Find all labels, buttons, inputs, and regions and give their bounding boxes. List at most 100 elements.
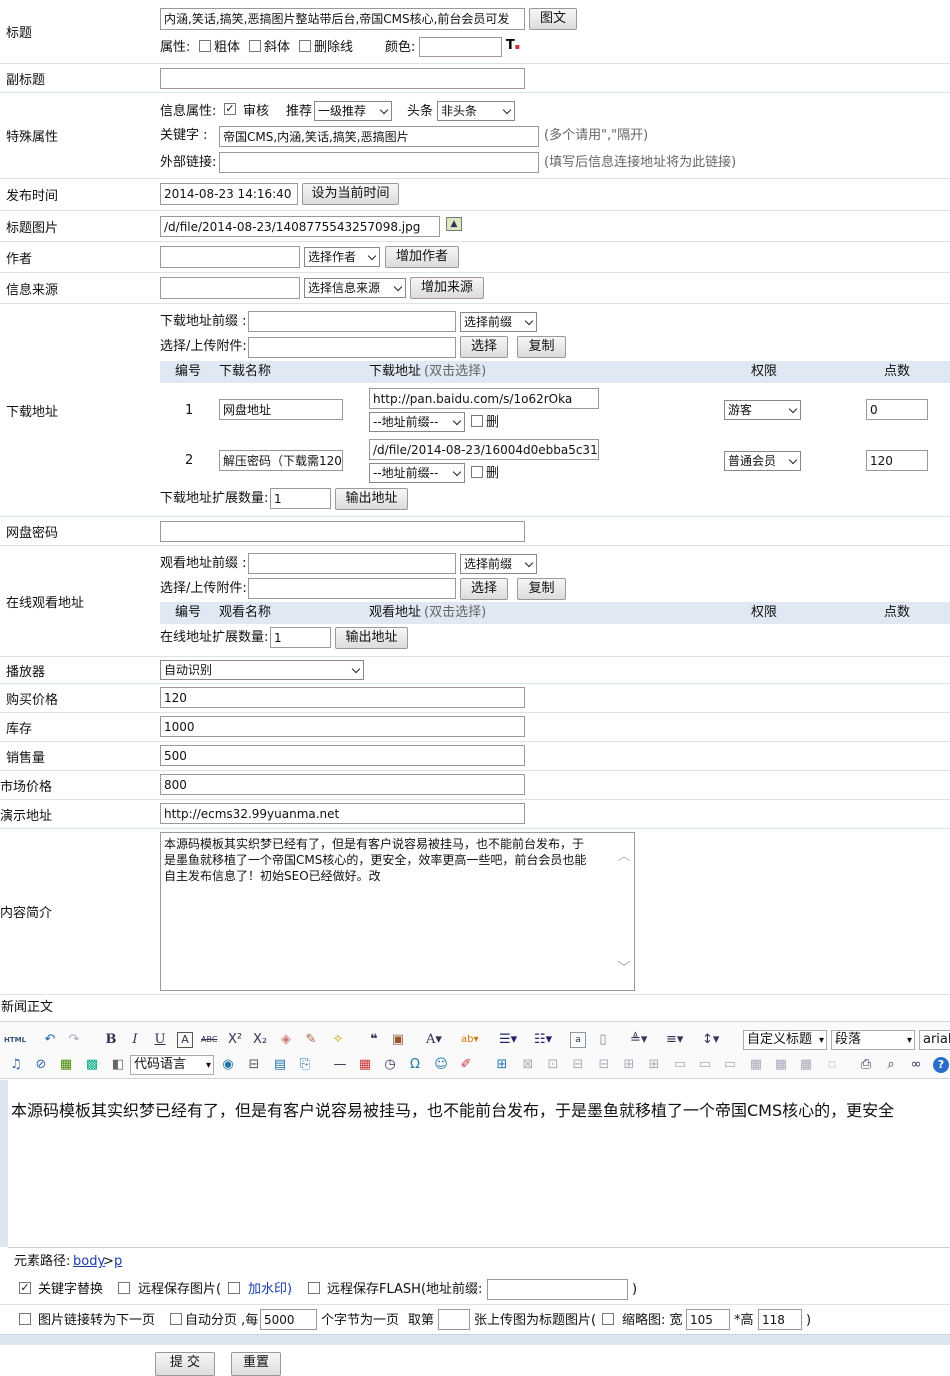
iframe-icon[interactable]: ⊟ [246,1057,262,1073]
insert-table-icon[interactable]: ⊞ [494,1057,510,1073]
font-color-icon[interactable]: A▾ [426,1032,442,1048]
merge-down-icon[interactable]: ▭ [722,1057,738,1073]
audit-checkbox[interactable]: ✓ [224,103,236,115]
player-select[interactable]: 自动识别 [160,660,364,680]
row-spacing-bottom-icon[interactable]: ≡▾ [666,1032,683,1048]
row1-points-input[interactable]: 0 [866,399,928,420]
row1-name-input[interactable]: 网盘地址 [219,399,343,420]
image-text-button[interactable]: 图文 [529,8,577,30]
code-language-select[interactable]: 代码语言 [130,1055,214,1075]
bold-checkbox[interactable] [199,40,211,52]
download-choose-button[interactable]: 选择 [460,336,508,358]
italic-checkbox[interactable] [249,40,261,52]
remote-pic-checkbox[interactable] [118,1282,130,1294]
stock-input[interactable]: 1000 [160,716,525,737]
take-index-input[interactable] [438,1309,470,1330]
price-input[interactable]: 120 [160,687,525,708]
format-painter-icon[interactable]: ✎ [303,1032,319,1048]
set-current-time-button[interactable]: 设为当前时间 [302,183,399,205]
add-author-button[interactable]: 增加作者 [385,246,459,268]
row2-url-input[interactable]: /d/file/2014-08-23/16004d0ebba5c3129 [369,439,599,460]
author-select[interactable]: 选择作者 [304,247,380,267]
submit-button[interactable]: 提 交 [155,1352,215,1376]
intro-textarea[interactable]: 本源码模板其实织梦已经有了，但是有客户说容易被挂马，也不能前台发布，于 是墨鱼就… [160,832,635,991]
row1-prefix-select[interactable]: --地址前缀-- [369,412,465,432]
search-replace-icon[interactable]: ∞ [908,1057,924,1073]
reset-button[interactable]: 重置 [231,1352,281,1376]
table-props-icon[interactable]: ▫ [824,1057,840,1073]
highlight-icon[interactable]: ab▾ [461,1032,479,1048]
online-ext-input[interactable]: 1 [270,627,331,648]
path-body-link[interactable]: body [73,1254,105,1270]
date-icon[interactable]: ▦ [357,1057,373,1073]
print-icon[interactable]: ⎙ [858,1057,874,1073]
thumb-height-input[interactable]: 118 [758,1309,802,1330]
unordered-list-icon[interactable]: ☷▾ [534,1032,552,1048]
online-output-button[interactable]: 输出地址 [335,627,408,649]
keyword-input[interactable]: 帝国CMS,内涵,笑话,搞笑,恶搞图片 [219,126,539,147]
row2-prefix-select[interactable]: --地址前缀-- [369,463,465,483]
line-height-icon[interactable]: ↕▾ [702,1032,719,1048]
flash-prefix-input[interactable] [487,1279,628,1300]
clear-doc-icon[interactable]: ▯ [595,1032,611,1048]
watermark-checkbox[interactable] [228,1282,240,1294]
strikethrough-icon[interactable]: ABC [201,1032,217,1048]
title-input[interactable]: 内涵,笑话,搞笑,恶搞图片整站带后台,帝国CMS核心,前台会员可发 [160,8,525,30]
row2-points-input[interactable]: 120 [866,450,928,471]
online-prefix-input[interactable] [248,553,456,574]
bold-icon[interactable]: B [103,1032,119,1048]
row2-permission-select[interactable]: 普通会员 [724,451,801,471]
select-all-icon[interactable]: a [570,1032,586,1048]
download-ext-input[interactable]: 1 [270,488,331,509]
template-icon[interactable]: ◧ [110,1057,126,1073]
download-output-button[interactable]: 输出地址 [335,488,408,510]
sales-input[interactable]: 500 [160,745,525,766]
editor-content[interactable]: 本源码模板其实织梦已经有了，但是有客户说容易被挂马，也不能前台发布，于是墨鱼就移… [0,1080,950,1247]
download-copy-button[interactable]: 复制 [517,336,566,358]
image-icon[interactable]: ▦ [58,1057,74,1073]
special-char-icon[interactable]: Ω [407,1057,423,1073]
page-break-icon[interactable]: ▤ [272,1057,288,1073]
delete-col-icon[interactable]: ⊞ [646,1057,662,1073]
headline-select[interactable]: 非头条 [437,101,515,121]
row2-name-input[interactable]: 解压密码（下载需120 [219,450,343,471]
split-cols-icon[interactable]: ▦ [798,1057,814,1073]
preview-icon[interactable]: ⌕ [883,1057,899,1073]
redo-icon[interactable]: ↷ [66,1032,82,1048]
time-icon[interactable]: ◷ [382,1057,398,1073]
remote-flash-checkbox[interactable] [308,1282,320,1294]
split-cells-icon[interactable]: ▦ [748,1057,764,1073]
superscript-icon[interactable]: X² [227,1032,243,1048]
titlepic-input[interactable]: /d/file/2014-08-23/1408775543257098.jpg [160,216,440,237]
autoformat-icon[interactable]: ✧ [330,1032,346,1048]
color-input[interactable] [419,37,502,57]
pic-next-page-checkbox[interactable] [19,1313,31,1325]
strike-checkbox[interactable] [299,40,311,52]
online-choose-button[interactable]: 选择 [460,578,508,600]
paragraph-select[interactable]: 段落 [831,1030,915,1050]
italic-icon[interactable]: I [127,1032,143,1048]
path-p-link[interactable]: p [114,1254,122,1270]
download-upload-input[interactable] [248,337,456,358]
image-select-icon[interactable]: ▲ [446,217,462,231]
row2-delete-checkbox[interactable] [471,466,483,478]
external-link-input[interactable] [219,152,539,173]
demo-input[interactable]: http://ecms32.99yuanma.net [160,803,525,824]
insert-row-icon[interactable]: ⊟ [570,1057,586,1073]
auto-page-checkbox[interactable] [170,1313,182,1325]
snapscreen-icon[interactable]: ⎘ [297,1057,313,1073]
online-prefix-select[interactable]: 选择前缀 [460,554,537,574]
color-picker-icon[interactable]: T▪ [505,38,521,54]
undo-icon[interactable]: ↶ [42,1032,58,1048]
source-select[interactable]: 选择信息来源 [304,278,406,298]
download-prefix-input[interactable] [248,311,456,332]
underline-icon[interactable]: U [152,1032,168,1048]
row1-delete-checkbox[interactable] [471,415,483,427]
insert-col-icon[interactable]: ⊞ [621,1057,637,1073]
border-font-icon[interactable]: A [177,1032,193,1048]
keyword-replace-checkbox[interactable]: ✓ [19,1282,31,1294]
merge-right-icon[interactable]: ▭ [697,1057,713,1073]
row1-permission-select[interactable]: 游客 [724,400,801,420]
scroll-up-icon[interactable]: ︿ [616,849,632,865]
scrawl-icon[interactable]: ✐ [458,1057,474,1073]
